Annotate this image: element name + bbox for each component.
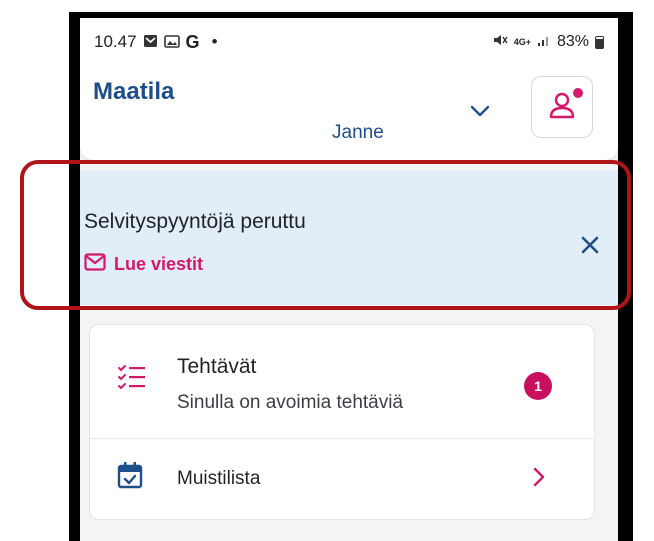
tasks-subtitle: Sinulla on avoimia tehtäviä xyxy=(177,392,404,413)
notice-banner: Selvityspyyntöjä peruttu Lue viestit xyxy=(80,170,618,305)
read-messages-link[interactable]: Lue viestit xyxy=(84,253,203,276)
read-messages-label: Lue viestit xyxy=(114,254,204,274)
tasks-card: Tehtävät Sinulla on avoimia tehtäviä 1 M… xyxy=(89,324,595,520)
photo-icon xyxy=(163,34,180,51)
chevron-right-icon xyxy=(533,467,545,492)
close-banner-button[interactable] xyxy=(578,235,602,259)
banner-title: Selvityspyyntöjä peruttu xyxy=(84,210,306,233)
calendar-check-icon xyxy=(117,461,143,494)
tasks-row[interactable]: Tehtävät Sinulla on avoimia tehtäviä 1 xyxy=(90,325,594,435)
memo-list-row[interactable]: Muistilista xyxy=(90,439,594,521)
close-icon xyxy=(581,236,599,259)
tasks-count-badge: 1 xyxy=(524,372,552,400)
header-card: 10.47 G • 4G+ 83% Maatila Janne xyxy=(80,18,618,160)
google-icon: G xyxy=(185,31,200,52)
status-dot: • xyxy=(211,32,218,51)
profile-button[interactable] xyxy=(531,76,593,138)
farm-selector-button[interactable] xyxy=(465,98,495,128)
app-screen: 10.47 G • 4G+ 83% Maatila Janne Selvitys… xyxy=(80,18,618,541)
tasks-title: Tehtävät xyxy=(177,355,257,378)
user-name: Janne xyxy=(332,122,384,143)
memo-list-label: Muistilista xyxy=(177,468,261,489)
signal-icon xyxy=(537,33,551,52)
app-title: Maatila xyxy=(93,78,175,105)
mail-icon xyxy=(143,34,158,51)
battery-percent: 83% xyxy=(556,33,589,50)
mute-icon xyxy=(492,33,508,52)
chevron-down-icon xyxy=(470,104,490,122)
battery-icon xyxy=(595,35,604,49)
status-bar: 10.47 G • 4G+ 83% xyxy=(94,32,604,52)
notification-dot xyxy=(573,88,583,98)
checklist-icon xyxy=(117,364,147,397)
status-time: 10.47 xyxy=(94,32,137,51)
envelope-icon xyxy=(84,253,106,276)
network-label: 4G+ xyxy=(513,36,531,47)
